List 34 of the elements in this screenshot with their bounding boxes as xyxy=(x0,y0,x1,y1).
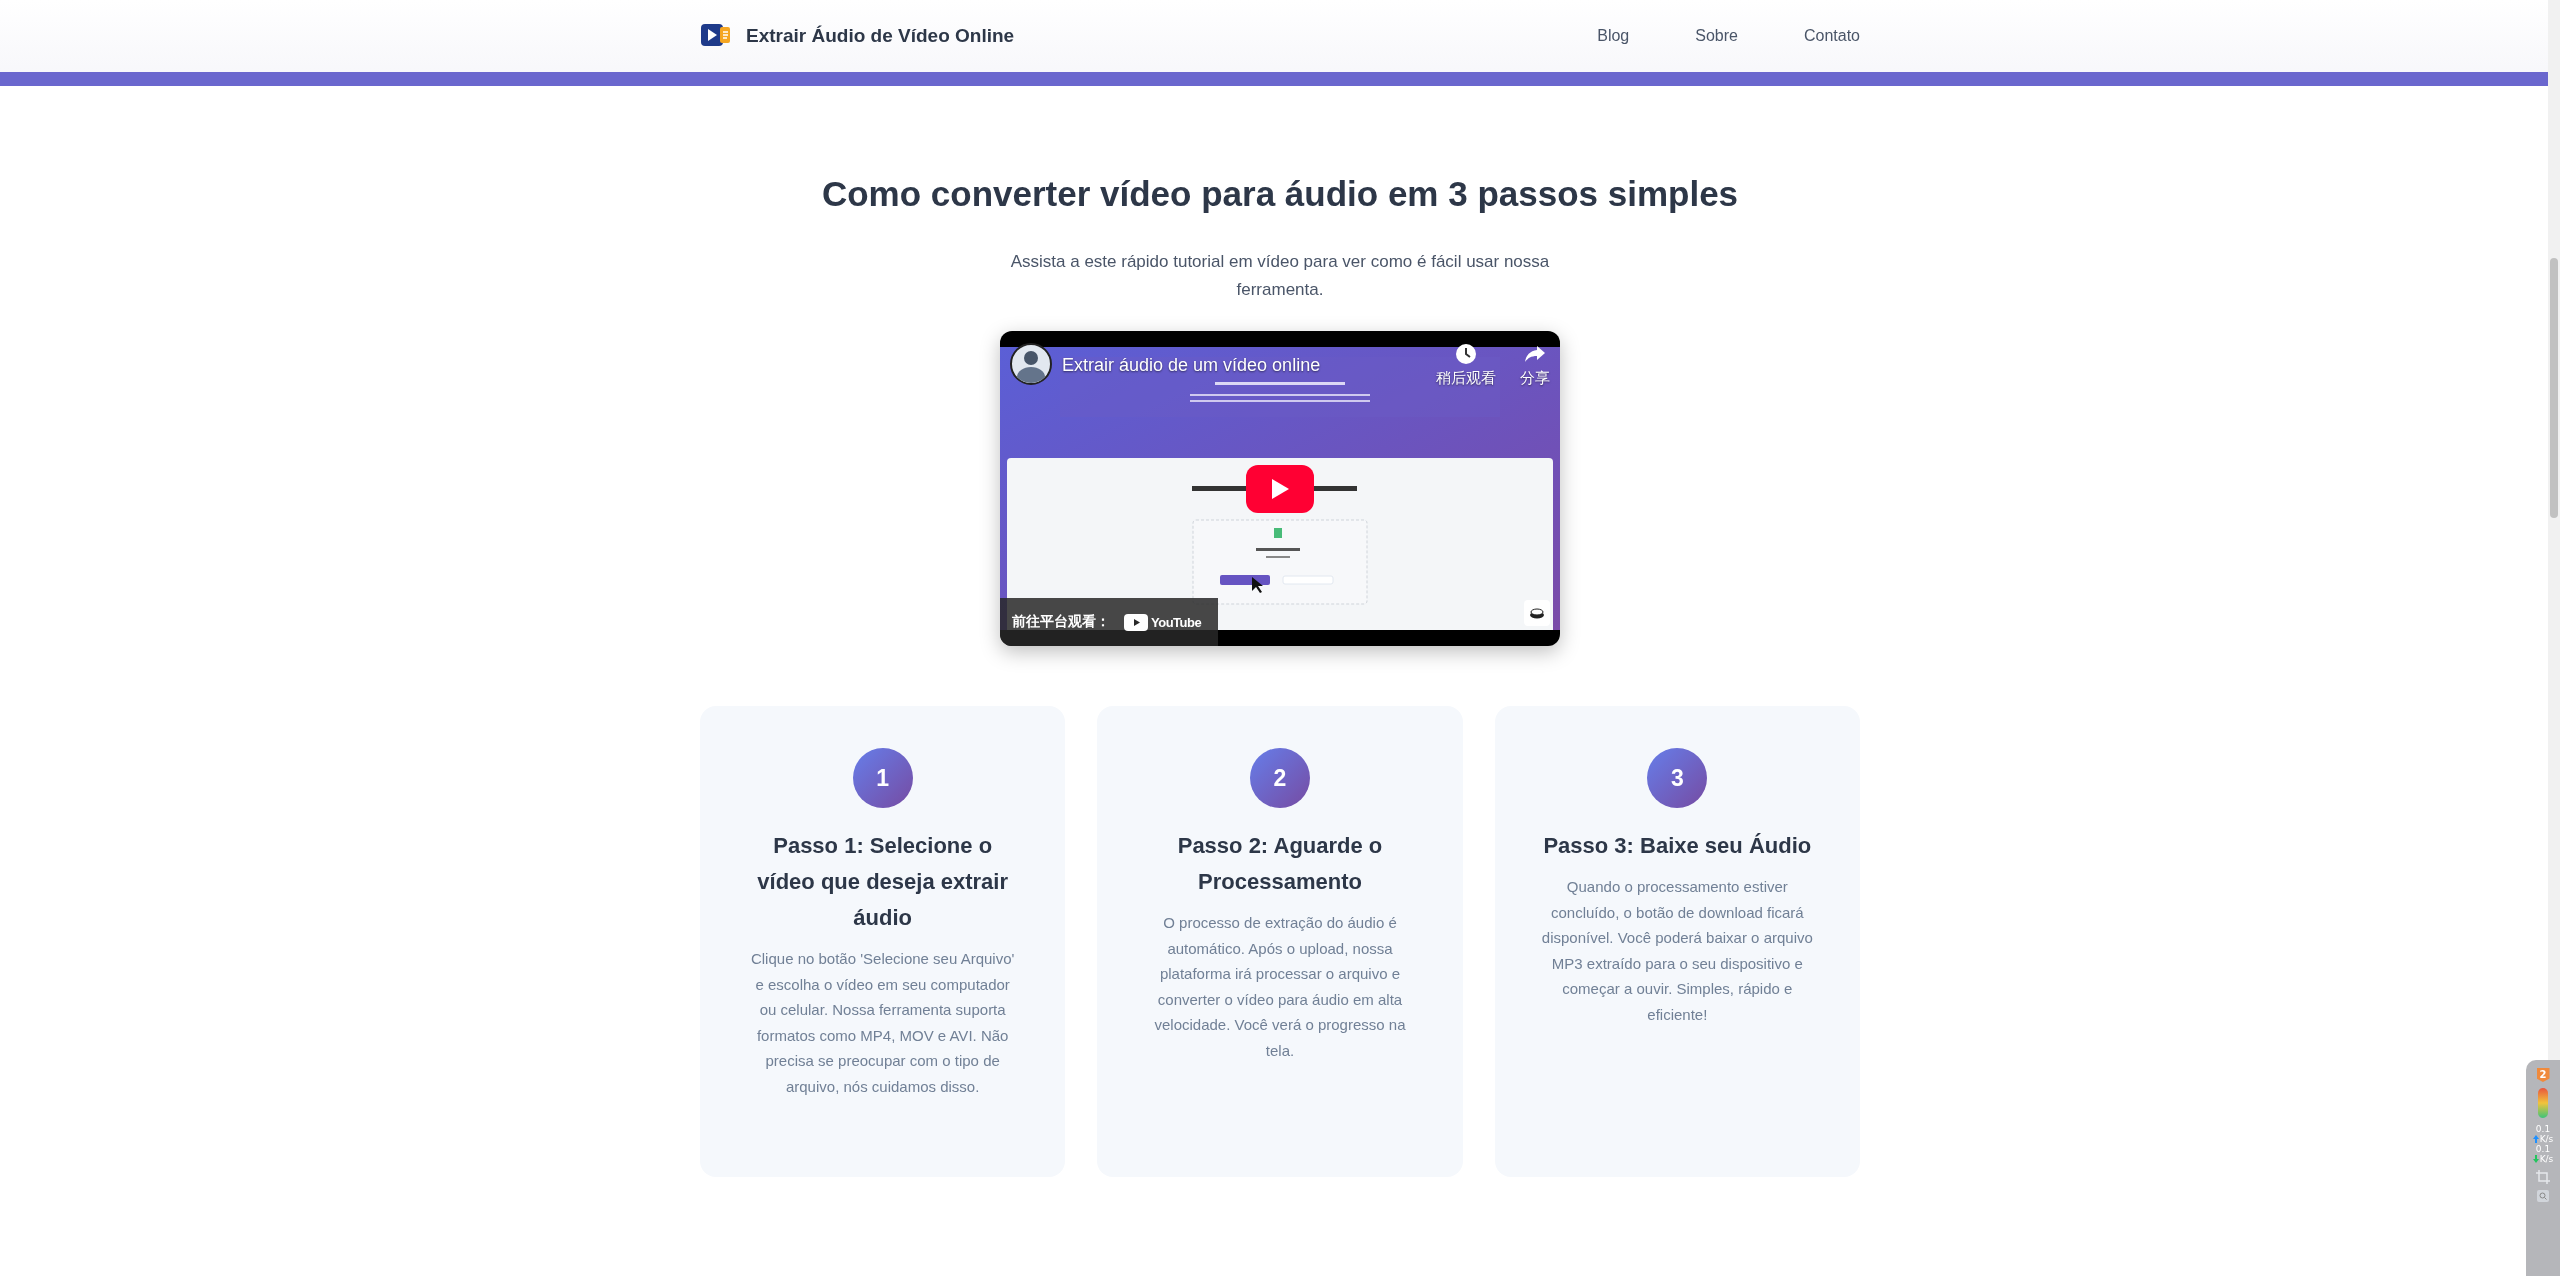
play-icon xyxy=(1124,613,1148,631)
site-title: Extrair Áudio de Vídeo Online xyxy=(746,25,1015,47)
section-subtitle: Assista a este rápido tutorial em vídeo para ver como é fácil usar nossa ferramenta. xyxy=(1009,251,1551,301)
stack-icon[interactable] xyxy=(1524,600,1550,626)
watch-later-button[interactable]: 稍后观看 xyxy=(1436,343,1496,388)
play-icon xyxy=(1270,478,1290,500)
usage-meter xyxy=(2538,1088,2548,1118)
step-description: Clique no botão 'Selecione seu Arquivo' e escolha o vídeo em seu computador ou celular. Nossa ferramenta suporta formatos como MP4, MOV e AVI. Não precisa se preocupar com o tipo de arquivo, nós cuidamos disso. xyxy=(749,949,1016,1097)
search-icon[interactable] xyxy=(2537,1190,2549,1202)
step-title: Passo 3: Baixe seu Áudio xyxy=(1542,832,1813,860)
share-button[interactable]: 分享 xyxy=(1520,343,1550,388)
logo-icon xyxy=(700,23,732,49)
upload-arrow-icon xyxy=(2532,1135,2539,1143)
nav-link[interactable]: Blog xyxy=(1531,27,1630,45)
step-description: O processo de extração do áudio é automático. Após o upload, nossa plataforma irá processar o arquivo e converter o vídeo para áudio em alta velocidade. Você verá o progresso na tela. xyxy=(1153,913,1407,1061)
step-number: 2 xyxy=(1250,748,1310,808)
scrollbar-thumb[interactable] xyxy=(2550,258,2558,518)
rate-value: 0.1 xyxy=(2535,1144,2551,1154)
step-description: Quando o processamento estiver concluído, o botão de download ficará disponível. Você poderá baixar o arquivo MP3 extraído para o seu dispositivo e começar a ouvir. Simples, rápido e eficiente! xyxy=(1540,877,1814,1025)
nav-link[interactable]: Sobre xyxy=(1629,27,1738,45)
video-title[interactable]: Extrair áudio de um vídeo online xyxy=(1062,355,1402,376)
rate-unit: K/s xyxy=(2539,1154,2554,1164)
section-title: Como converter vídeo para áudio em 3 passos simples xyxy=(820,174,1740,214)
nav-link[interactable]: Contato xyxy=(1737,27,1860,45)
rate-unit: K/s xyxy=(2539,1134,2554,1144)
step-title: Passo 1: Selecione o vídeo que deseja extrair áudio xyxy=(756,832,1009,932)
step-title: Passo 2: Aguarde o Processamento xyxy=(1176,832,1384,896)
download-arrow-icon xyxy=(2532,1155,2539,1163)
watch-on-platform-button[interactable]: 前往平台观看： YouTube xyxy=(1000,598,1218,646)
step-number: 1 xyxy=(852,748,913,808)
rate-value: 0.1 xyxy=(2535,1124,2551,1134)
play-button[interactable] xyxy=(1246,465,1314,513)
clock-icon xyxy=(1455,343,1477,365)
step-number: 3 xyxy=(1647,748,1708,808)
